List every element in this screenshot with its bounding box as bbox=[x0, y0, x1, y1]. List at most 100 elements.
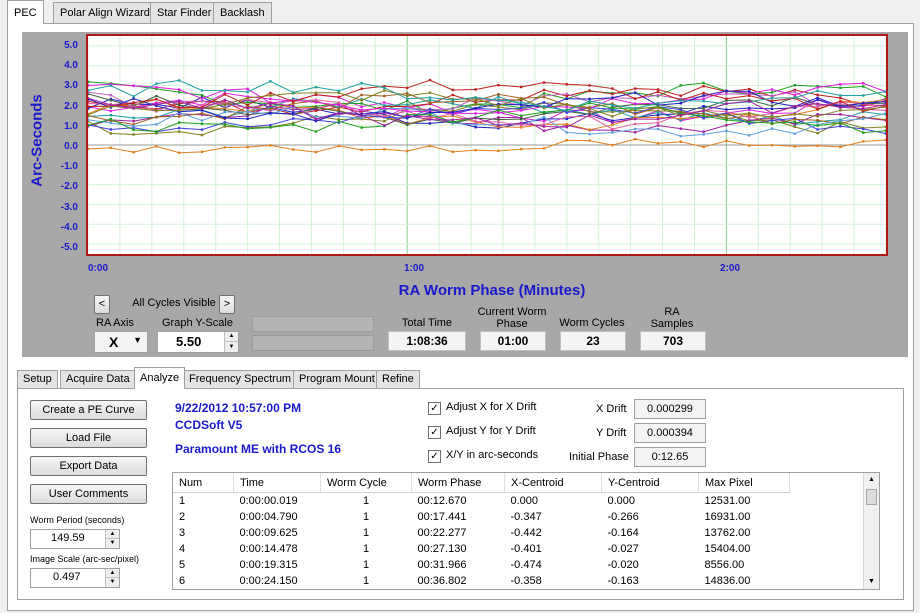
spin-up-icon[interactable]: ▲ bbox=[105, 530, 119, 539]
tab-polar-align-wizard[interactable]: Polar Align Wizard bbox=[53, 2, 157, 23]
table-cell: 12531.00 bbox=[704, 495, 751, 507]
x-axis-title: RA Worm Phase (Minutes) bbox=[398, 282, 586, 299]
plot-area bbox=[86, 34, 888, 256]
table-row[interactable]: 6 0:00:24.150 1 00:36.802 -0.358 -0.163 14836.… bbox=[173, 573, 790, 589]
table-cell: 1 bbox=[362, 559, 370, 571]
adjust-x-checkbox[interactable]: ✓ bbox=[428, 402, 441, 415]
table-row[interactable]: 3 0:00:09.625 1 00:22.277 -0.442 -0.164 13762.… bbox=[173, 525, 790, 541]
scroll-thumb[interactable] bbox=[866, 489, 877, 505]
column-header[interactable]: Num bbox=[173, 473, 234, 493]
tab-star-finder[interactable]: Star Finder bbox=[150, 2, 219, 23]
table-cell: 1 bbox=[362, 511, 370, 523]
table-cell: 1 bbox=[362, 575, 370, 587]
table-cell: 4 bbox=[179, 543, 186, 555]
blank-field-1 bbox=[252, 316, 374, 332]
user-comments-button[interactable]: User Comments bbox=[30, 484, 147, 504]
table-cell: 0:00:24.150 bbox=[239, 575, 298, 587]
table-cell: 0:00:09.625 bbox=[239, 527, 298, 539]
initial-phase-label: Initial Phase bbox=[569, 451, 629, 463]
scroll-down-icon[interactable]: ▼ bbox=[864, 575, 879, 589]
table-cell: 15404.00 bbox=[704, 543, 751, 555]
spin-up-icon[interactable]: ▲ bbox=[224, 332, 238, 342]
tab-pec[interactable]: PEC bbox=[7, 0, 44, 24]
table-cell: 1 bbox=[362, 527, 370, 539]
y-tick-label: 3.0 bbox=[64, 80, 78, 92]
image-scale-input[interactable]: 0.497 ▲ ▼ bbox=[30, 568, 120, 588]
table-cell: 16931.00 bbox=[704, 511, 751, 523]
mount-name: Paramount ME with RCOS 16 bbox=[175, 442, 342, 456]
create-pe-curve-button[interactable]: Create a PE Curve bbox=[30, 400, 147, 420]
tab-program-mount[interactable]: Program Mount bbox=[293, 370, 381, 388]
table-cell: -0.266 bbox=[607, 511, 639, 523]
column-header[interactable]: Max Pixel bbox=[698, 473, 790, 493]
column-header[interactable]: X-Centroid bbox=[504, 473, 602, 493]
total-time-label: Total Time bbox=[401, 317, 453, 329]
tab-acquire-data[interactable]: Acquire Data bbox=[60, 370, 136, 388]
table-cell: 0.000 bbox=[510, 495, 539, 507]
y-scale-input[interactable]: 5.50 ▲ ▼ bbox=[157, 331, 239, 353]
y-tick-label: 2.0 bbox=[64, 100, 78, 112]
total-time-value: 1:08:36 bbox=[388, 331, 466, 351]
x-drift-value: 0.000299 bbox=[634, 399, 706, 419]
column-header[interactable]: Y-Centroid bbox=[601, 473, 699, 493]
tab-frequency-spectrum[interactable]: Frequency Spectrum bbox=[183, 370, 298, 388]
data-table: Num Time Worm Cycle Worm Phase X-Centroid Y-C… bbox=[173, 473, 790, 589]
ra-axis-select[interactable]: X ▼ bbox=[94, 331, 148, 353]
y-tick-label: 5.0 bbox=[64, 40, 78, 51]
worm-phase-value: 01:00 bbox=[480, 331, 546, 351]
y-tick-label: 4.0 bbox=[64, 60, 78, 72]
dropdown-arrow-icon: ▼ bbox=[133, 335, 142, 345]
tab-analyze[interactable]: Analyze bbox=[134, 367, 186, 389]
adjust-y-label: Adjust Y for Y Drift bbox=[446, 425, 536, 437]
table-row[interactable]: 4 0:00:14.478 1 00:27.130 -0.401 -0.027 15404.… bbox=[173, 541, 790, 557]
chevron-left-icon: < bbox=[98, 298, 106, 310]
y-tick-label: -3.0 bbox=[60, 201, 78, 213]
column-header[interactable]: Time bbox=[233, 473, 321, 493]
y-tick-label: -4.0 bbox=[60, 221, 78, 233]
table-cell: -0.027 bbox=[607, 543, 639, 555]
adjust-y-checkbox[interactable]: ✓ bbox=[428, 426, 441, 439]
prev-cycle-button[interactable]: < bbox=[94, 295, 110, 314]
next-cycle-button[interactable]: > bbox=[219, 295, 235, 314]
y-tick-label: -2.0 bbox=[60, 181, 78, 193]
table-cell: 8556.00 bbox=[704, 559, 745, 571]
spin-down-icon[interactable]: ▼ bbox=[105, 539, 119, 548]
graph-area: Arc-Seconds 5.0 4.0 3.0 2.0 1.0 0.0 -1.0 -2.0 -3… bbox=[22, 32, 908, 357]
tab-backlash[interactable]: Backlash bbox=[213, 2, 272, 23]
table-cell: 5 bbox=[179, 559, 186, 571]
scroll-up-icon[interactable]: ▲ bbox=[864, 473, 879, 487]
table-row[interactable]: 5 0:00:19.315 1 00:31.966 -0.474 -0.020 8556.0… bbox=[173, 557, 790, 573]
spin-down-icon[interactable]: ▼ bbox=[224, 342, 238, 352]
table-cell: 00:36.802 bbox=[417, 575, 467, 587]
adjust-x-label: Adjust X for X Drift bbox=[446, 401, 537, 413]
table-row[interactable]: 2 0:00:04.790 1 00:17.441 -0.347 -0.266 16931.… bbox=[173, 509, 790, 525]
table-row[interactable]: 1 0:00:00.019 1 00:12.670 0.000 0.000 12531.00 bbox=[173, 493, 790, 510]
spin-down-icon[interactable]: ▼ bbox=[105, 578, 119, 587]
y-drift-value: 0.000394 bbox=[634, 423, 706, 443]
table-cell: -0.020 bbox=[607, 559, 639, 571]
worm-cycles-value: 23 bbox=[560, 331, 626, 351]
xy-arcsec-checkbox[interactable]: ✓ bbox=[428, 450, 441, 463]
worm-period-input[interactable]: 149.59 ▲ ▼ bbox=[30, 529, 120, 549]
table-cell: -0.347 bbox=[510, 511, 542, 523]
table-cell: 00:12.670 bbox=[417, 495, 467, 507]
table-cell: -0.163 bbox=[607, 575, 639, 587]
tab-refine[interactable]: Refine bbox=[376, 370, 420, 388]
column-header[interactable]: Worm Phase bbox=[411, 473, 505, 493]
export-data-button[interactable]: Export Data bbox=[30, 456, 147, 476]
ra-samples-value: 703 bbox=[640, 331, 706, 351]
ra-axis-label: RA Axis bbox=[96, 317, 134, 329]
table-scrollbar[interactable]: ▲ ▼ bbox=[863, 473, 879, 589]
y-scale-label: Graph Y-Scale bbox=[162, 317, 233, 329]
table-cell: 0.000 bbox=[607, 495, 636, 507]
tab-setup[interactable]: Setup bbox=[17, 370, 58, 388]
table-cell: 3 bbox=[179, 527, 186, 539]
data-table-container[interactable]: Num Time Worm Cycle Worm Phase X-Centroid Y-C… bbox=[172, 472, 880, 590]
chevron-right-icon: > bbox=[223, 298, 231, 310]
y-axis-label: Arc-Seconds bbox=[28, 94, 46, 187]
spin-up-icon[interactable]: ▲ bbox=[105, 569, 119, 578]
table-cell: 00:31.966 bbox=[417, 559, 467, 571]
xy-arcsec-label: X/Y in arc-seconds bbox=[446, 449, 539, 461]
load-file-button[interactable]: Load File bbox=[30, 428, 147, 448]
column-header[interactable]: Worm Cycle bbox=[320, 473, 412, 493]
